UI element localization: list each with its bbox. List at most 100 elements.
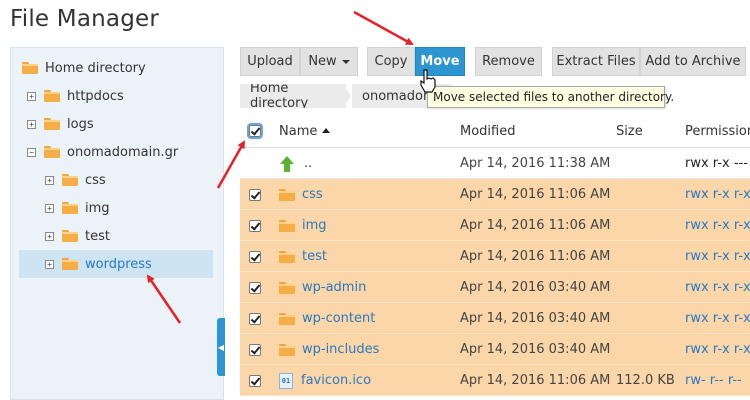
- row-permissions[interactable]: rwx r-x r-x: [685, 241, 750, 272]
- page-title: File Manager: [10, 6, 160, 32]
- row-modified: Apr 14, 2016 11:06 AM: [460, 249, 611, 264]
- expand-icon[interactable]: +: [27, 119, 36, 129]
- tree-item-css[interactable]: + css: [45, 167, 106, 193]
- row-name-cell[interactable]: wp-includes: [279, 334, 379, 365]
- table-row[interactable]: .. Apr 14, 2016 11:38 AM rwx r-x ---: [240, 148, 750, 179]
- remove-button[interactable]: Remove: [475, 47, 542, 76]
- row-name-cell[interactable]: wp-content: [279, 303, 375, 334]
- tree-item-httpdocs[interactable]: + httpdocs: [27, 83, 124, 109]
- folder-icon: [44, 146, 60, 158]
- column-header-modified[interactable]: Modified: [460, 124, 515, 139]
- row-permissions[interactable]: rwx r-x r-x: [685, 303, 750, 334]
- row-modified: Apr 14, 2016 11:06 AM: [460, 218, 611, 233]
- row-checkbox[interactable]: [249, 188, 261, 201]
- row-name-cell[interactable]: test: [279, 241, 327, 272]
- extract-files-button[interactable]: Extract Files: [552, 47, 640, 76]
- row-modified: Apr 14, 2016 03:40 AM: [460, 280, 611, 295]
- ico-file-icon: 01: [279, 372, 293, 389]
- move-button[interactable]: Move: [415, 47, 465, 76]
- row-modified: Apr 14, 2016 11:06 AM: [460, 187, 611, 202]
- add-to-archive-button[interactable]: Add to Archive: [640, 47, 746, 76]
- tree-item-test[interactable]: + test: [45, 223, 110, 249]
- row-modified: Apr 14, 2016 03:40 AM: [460, 342, 611, 357]
- row-permissions[interactable]: rwx r-x r-x: [685, 272, 750, 303]
- folder-icon: [22, 62, 38, 74]
- row-permissions[interactable]: rwx r-x r-x: [685, 179, 750, 210]
- folder-icon: [279, 281, 295, 294]
- table-row[interactable]: img Apr 14, 2016 11:06 AM rwx r-x r-x: [240, 210, 750, 241]
- row-name-cell[interactable]: css: [279, 179, 323, 210]
- expand-icon[interactable]: +: [45, 203, 54, 213]
- row-checkbox[interactable]: [249, 250, 261, 263]
- row-name-cell[interactable]: 01 favicon.ico: [279, 365, 371, 396]
- row-permissions[interactable]: rw- r-- r--: [685, 365, 742, 396]
- row-name: wp-admin: [302, 280, 367, 295]
- column-header-permissions[interactable]: Permissions: [685, 124, 750, 139]
- new-dropdown-button[interactable]: New: [300, 47, 358, 76]
- extract-files-label: Extract Files: [556, 54, 636, 69]
- sidebar-collapse-handle[interactable]: ◀: [217, 318, 225, 376]
- folder-icon: [279, 312, 295, 325]
- row-name: test: [302, 249, 327, 264]
- expand-icon[interactable]: +: [27, 91, 36, 101]
- copy-button[interactable]: Copy: [367, 47, 415, 76]
- column-header-size[interactable]: Size: [616, 124, 643, 139]
- table-row[interactable]: wp-content Apr 14, 2016 03:40 AM rwx r-x…: [240, 303, 750, 334]
- row-permissions: rwx r-x ---: [685, 156, 748, 171]
- row-checkbox[interactable]: [249, 374, 261, 387]
- select-all-checkbox[interactable]: [247, 123, 263, 139]
- expand-icon[interactable]: +: [45, 175, 54, 185]
- tree-item-logs[interactable]: + logs: [27, 111, 94, 137]
- row-name: img: [302, 218, 327, 233]
- row-name-cell[interactable]: wp-admin: [279, 272, 366, 303]
- folder-icon: [279, 188, 295, 201]
- breadcrumb-label: onomadom: [362, 88, 436, 104]
- breadcrumb-label: Home directory: [250, 84, 309, 108]
- upload-button-label: Upload: [247, 54, 293, 69]
- chevron-left-icon: ◀: [217, 342, 225, 352]
- tree-item-label: logs: [67, 116, 94, 132]
- breadcrumb-item-home[interactable]: Home directory: [240, 84, 346, 108]
- tree-item-home-directory[interactable]: Home directory: [22, 55, 146, 81]
- row-name: favicon.ico: [301, 373, 372, 388]
- tree-item-img[interactable]: + img: [45, 195, 110, 221]
- row-name: wp-includes: [302, 342, 380, 357]
- expand-icon[interactable]: +: [45, 231, 54, 241]
- row-name-cell[interactable]: img: [279, 210, 327, 241]
- row-checkbox[interactable]: [249, 219, 261, 232]
- folder-icon: [62, 202, 78, 214]
- tree-item-label: onomadomain.gr: [67, 144, 179, 160]
- row-checkbox[interactable]: [249, 281, 261, 294]
- row-checkbox[interactable]: [249, 312, 261, 325]
- remove-button-label: Remove: [482, 54, 535, 69]
- folder-icon: [62, 258, 78, 270]
- column-header-label: Size: [616, 124, 643, 139]
- upload-button[interactable]: Upload: [240, 47, 300, 76]
- table-row[interactable]: wp-admin Apr 14, 2016 03:40 AM rwx r-x r…: [240, 272, 750, 303]
- folder-icon: [279, 219, 295, 232]
- row-name: css: [302, 187, 323, 202]
- row-modified: Apr 14, 2016 11:06 AM: [460, 373, 611, 388]
- row-permissions[interactable]: rwx r-x r-x: [685, 210, 750, 241]
- tree-item-wordpress[interactable]: + wordpress: [19, 250, 213, 278]
- row-size: 112.0 KB: [616, 373, 675, 388]
- expand-icon[interactable]: +: [45, 259, 54, 269]
- row-checkbox[interactable]: [249, 343, 261, 356]
- row-modified: Apr 14, 2016 11:38 AM: [460, 156, 611, 171]
- tree-item-onomadomain[interactable]: − onomadomain.gr: [27, 139, 178, 165]
- tree-item-label: Home directory: [45, 60, 146, 76]
- caret-down-icon: [341, 59, 350, 64]
- collapse-icon[interactable]: −: [27, 147, 36, 157]
- folder-icon: [44, 90, 60, 102]
- breadcrumb-separator-fill: [343, 84, 351, 108]
- column-header-name[interactable]: Name: [279, 124, 331, 139]
- table-row[interactable]: test Apr 14, 2016 11:06 AM rwx r-x r-x: [240, 241, 750, 272]
- table-row[interactable]: 01 favicon.ico Apr 14, 2016 11:06 AM 112…: [240, 365, 750, 396]
- row-permissions[interactable]: rwx r-x r-x: [685, 334, 750, 365]
- row-name-cell[interactable]: ..: [279, 148, 312, 179]
- tree-item-label: httpdocs: [67, 88, 124, 104]
- tree-item-label: test: [85, 228, 110, 244]
- add-to-archive-label: Add to Archive: [645, 54, 741, 69]
- table-row[interactable]: wp-includes Apr 14, 2016 03:40 AM rwx r-…: [240, 334, 750, 365]
- table-row[interactable]: css Apr 14, 2016 11:06 AM rwx r-x r-x: [240, 179, 750, 210]
